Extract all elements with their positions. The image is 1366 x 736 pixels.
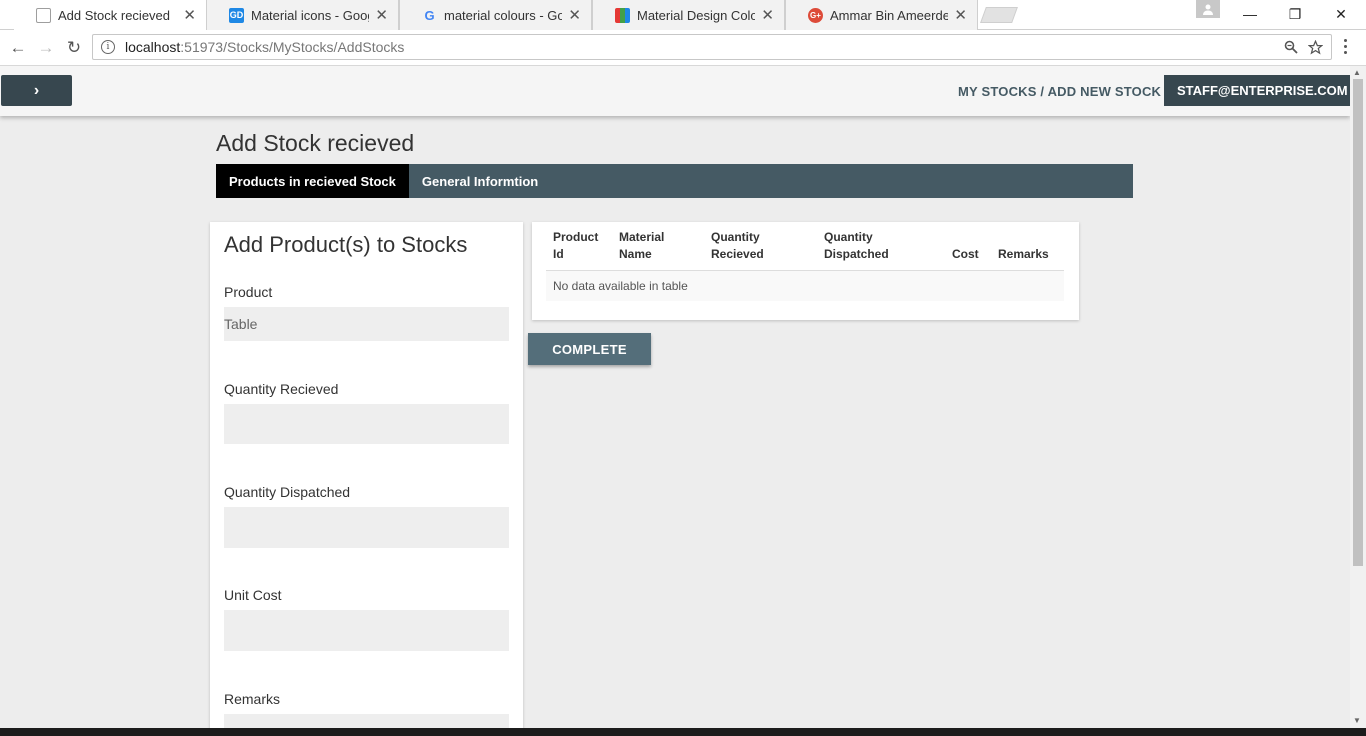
restore-button[interactable]: ❐ bbox=[1272, 0, 1318, 28]
close-icon[interactable]: ✕ bbox=[375, 6, 388, 24]
window-close-button[interactable]: ✕ bbox=[1318, 0, 1364, 28]
quantity-dispatched-label: Quantity Dispatched bbox=[224, 484, 351, 500]
column-header-remarks[interactable]: Remarks bbox=[998, 246, 1049, 263]
column-header-quantity-recieved[interactable]: Quantity Recieved bbox=[711, 229, 764, 263]
page-icon bbox=[36, 7, 51, 23]
table-empty-row: No data available in table bbox=[546, 271, 1064, 301]
table-header: Product Id Material Name Quantity Reciev… bbox=[546, 222, 1064, 271]
browser-tab-google-plus[interactable]: G+ Ammar Bin Ameerdeen - ✕ bbox=[785, 0, 978, 30]
google-plus-icon: G+ bbox=[808, 7, 823, 23]
reload-icon[interactable]: ↻ bbox=[62, 36, 86, 60]
browser-tab-material-icons[interactable]: GD Material icons - Google D ✕ bbox=[206, 0, 399, 30]
browser-tab-title: Add Stock recieved bbox=[58, 7, 171, 23]
palette-icon bbox=[615, 7, 630, 23]
url-host: localhost bbox=[125, 39, 181, 55]
remarks-field[interactable] bbox=[224, 714, 509, 728]
browser-tabstrip: Add Stock recieved ✕ GD Material icons -… bbox=[0, 0, 1366, 30]
column-header-line: Remarks bbox=[998, 247, 1049, 261]
column-header-line: Quantity bbox=[711, 230, 760, 244]
column-header-cost[interactable]: Cost bbox=[952, 246, 979, 263]
column-header-material-name[interactable]: Material Name bbox=[619, 229, 664, 263]
user-menu-button[interactable]: STAFF@ENTERPRISE.COM ▼ bbox=[1164, 75, 1350, 106]
page-title: Add Stock recieved bbox=[216, 130, 415, 156]
complete-button[interactable]: COMPLETE bbox=[528, 333, 651, 365]
forward-arrow-icon[interactable]: → bbox=[34, 36, 58, 60]
quantity-dispatched-field[interactable] bbox=[224, 507, 509, 548]
minimize-button[interactable]: — bbox=[1227, 0, 1273, 28]
page-scrollbar[interactable]: ▲ ▼ bbox=[1350, 66, 1366, 728]
browser-tab-material-colours[interactable]: G material colours - Googl ✕ bbox=[399, 0, 592, 30]
column-header-line: Product bbox=[553, 230, 599, 244]
browser-tab-title: Material Design Colors, M bbox=[637, 7, 756, 23]
column-header-line: Dispatched bbox=[824, 247, 889, 261]
column-header-product-id[interactable]: Product Id bbox=[553, 229, 598, 263]
scroll-down-icon[interactable]: ▼ bbox=[1353, 716, 1361, 725]
close-icon[interactable]: ✕ bbox=[183, 6, 196, 24]
unit-cost-label: Unit Cost bbox=[224, 587, 282, 603]
info-icon[interactable]: i bbox=[101, 40, 115, 54]
column-header-line: Material bbox=[619, 230, 665, 244]
page-viewport: › MY STOCKS / ADD NEW STOCK STAFF@ENTERP… bbox=[0, 66, 1350, 728]
product-label: Product bbox=[224, 284, 273, 300]
browser-tab-title: Material icons - Google D bbox=[251, 7, 369, 23]
close-icon[interactable]: ✕ bbox=[568, 6, 581, 24]
close-icon[interactable]: ✕ bbox=[761, 6, 774, 24]
column-header-line: Recieved bbox=[711, 247, 764, 261]
tab-products[interactable]: Products in recieved Stock bbox=[216, 164, 409, 198]
new-tab-button[interactable] bbox=[980, 7, 1018, 23]
column-header-line: Quantity bbox=[824, 230, 873, 244]
quantity-recieved-label: Quantity Recieved bbox=[224, 381, 339, 397]
browser-menu-icon[interactable] bbox=[1344, 39, 1347, 54]
column-header-quantity-dispatched[interactable]: Quantity Dispatched bbox=[824, 229, 889, 263]
tab-bar: Products in recieved Stock General Infor… bbox=[216, 164, 1133, 198]
google-icon: G bbox=[424, 7, 435, 23]
column-header-line: Cost bbox=[952, 247, 979, 261]
column-header-line: Id bbox=[553, 247, 564, 261]
sidebar-toggle-button[interactable]: › bbox=[1, 75, 72, 106]
browser-tab-title: material colours - Googl bbox=[444, 7, 563, 23]
product-value: Table bbox=[224, 316, 258, 332]
google-developers-icon: GD bbox=[229, 7, 244, 23]
os-taskbar bbox=[0, 728, 1366, 736]
browser-tab-add-stock[interactable]: Add Stock recieved ✕ bbox=[14, 0, 206, 30]
profile-icon[interactable] bbox=[1196, 0, 1220, 18]
browser-toolbar: ← → ↻ i localhost :51973/Stocks/MyStocks… bbox=[0, 30, 1366, 66]
add-product-form: Add Product(s) to Stocks Product Table Q… bbox=[210, 222, 523, 728]
product-field[interactable]: Table bbox=[224, 307, 509, 341]
user-email: STAFF@ENTERPRISE.COM bbox=[1177, 83, 1348, 98]
quantity-recieved-field[interactable] bbox=[224, 404, 509, 444]
scroll-up-icon[interactable]: ▲ bbox=[1353, 68, 1361, 77]
unit-cost-field[interactable] bbox=[224, 610, 509, 651]
stock-products-table: Product Id Material Name Quantity Reciev… bbox=[532, 222, 1079, 320]
bookmark-star-icon[interactable] bbox=[1308, 39, 1323, 55]
close-icon[interactable]: ✕ bbox=[954, 6, 967, 24]
back-arrow-icon[interactable]: ← bbox=[6, 36, 30, 60]
breadcrumb[interactable]: MY STOCKS / ADD NEW STOCK bbox=[958, 84, 1161, 99]
remarks-label: Remarks bbox=[224, 691, 281, 707]
browser-tab-material-design-colors[interactable]: Material Design Colors, M ✕ bbox=[592, 0, 785, 30]
browser-tab-title: Ammar Bin Ameerdeen - bbox=[830, 7, 949, 23]
zoom-icon[interactable] bbox=[1284, 40, 1298, 54]
app-header: › MY STOCKS / ADD NEW STOCK STAFF@ENTERP… bbox=[0, 66, 1350, 116]
tab-general-information[interactable]: General Informtion bbox=[409, 164, 551, 198]
form-heading: Add Product(s) to Stocks bbox=[224, 232, 468, 257]
address-bar[interactable]: i localhost :51973/Stocks/MyStocks/AddSt… bbox=[92, 34, 1332, 60]
url-path: :51973/Stocks/MyStocks/AddStocks bbox=[180, 39, 405, 55]
column-header-line: Name bbox=[619, 247, 652, 261]
chevron-right-icon: › bbox=[33, 81, 40, 99]
scrollbar-thumb[interactable] bbox=[1353, 79, 1363, 566]
